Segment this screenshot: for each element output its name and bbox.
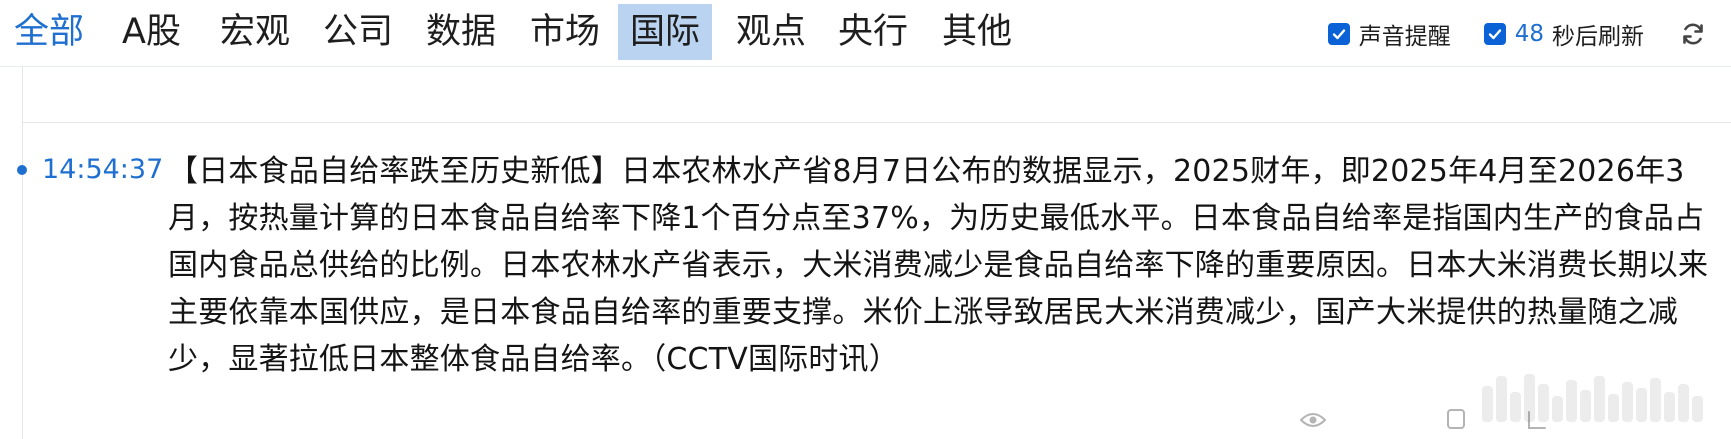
checkmark-icon (1332, 29, 1345, 40)
auto-refresh-checkbox[interactable] (1483, 23, 1506, 45)
tab-macro[interactable]: 宏观 (220, 4, 290, 60)
tab-opinion[interactable]: 观点 (736, 4, 806, 60)
sound-alert-label: 声音提醒 (1358, 24, 1451, 50)
item-divider (22, 122, 1731, 123)
news-time: 14:54:37 (42, 154, 164, 185)
news-actions (1299, 400, 1731, 439)
refresh-countdown: 48 (1514, 21, 1544, 47)
tab-all[interactable]: 全部 (14, 4, 84, 60)
tab-other[interactable]: 其他 (942, 4, 1012, 60)
tab-market[interactable]: 市场 (530, 4, 600, 60)
tab-data[interactable]: 数据 (426, 4, 496, 60)
tab-central-bank[interactable]: 央行 (838, 4, 908, 60)
share-icon[interactable] (1526, 408, 1548, 436)
refresh-suffix: 秒后刷新 (1552, 24, 1644, 50)
category-tab-bar: 全部 A股 宏观 公司 数据 市场 国际 观点 央行 其他 声音提醒 48 秒后… (0, 0, 1731, 67)
feed-options: 声音提醒 48 秒后刷新 (1327, 12, 1731, 56)
refresh-icon[interactable] (1677, 18, 1709, 50)
tab-a-shares[interactable]: A股 (122, 4, 181, 60)
checkmark-icon (1488, 29, 1501, 40)
news-content[interactable]: 【日本食品自给率跌至历史新低】日本农林水产省8月7日公布的数据显示，2025财年… (168, 148, 1723, 383)
sound-alert-option[interactable]: 声音提醒 (1327, 17, 1451, 51)
comment-icon[interactable] (1446, 408, 1466, 436)
tab-company[interactable]: 公司 (323, 4, 393, 60)
previous-item-actions (1300, 58, 1731, 86)
sound-alert-checkbox[interactable] (1327, 23, 1350, 45)
auto-refresh-option[interactable]: 48 秒后刷新 (1483, 17, 1644, 51)
news-feed-page: 全部 A股 宏观 公司 数据 市场 国际 观点 央行 其他 声音提醒 48 秒后… (0, 0, 1731, 439)
timeline-dot (17, 165, 27, 175)
eye-icon (1299, 411, 1327, 433)
tab-international[interactable]: 国际 (618, 4, 712, 60)
